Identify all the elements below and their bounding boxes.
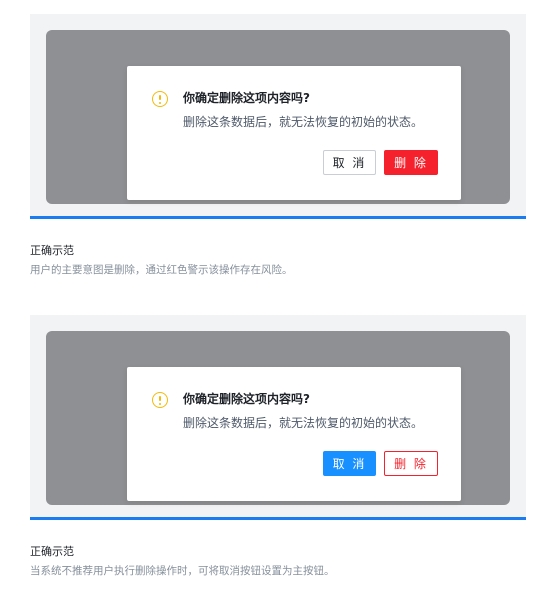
caption-description: 用户的主要意图是删除，通过红色警示该操作存在风险。 (30, 264, 293, 276)
section-divider (30, 517, 526, 520)
confirm-dialog: 你确定删除这项内容吗? 删除这条数据后，就无法恢复的初始的状态。 取 消 删 除 (127, 66, 461, 200)
modal-overlay: 你确定删除这项内容吗? 删除这条数据后，就无法恢复的初始的状态。 取 消 删 除 (46, 331, 510, 505)
dialog-description: 删除这条数据后，就无法恢复的初始的状态。 (183, 416, 424, 430)
delete-button[interactable]: 删 除 (384, 451, 438, 476)
example-card-2: 你确定删除这项内容吗? 删除这条数据后，就无法恢复的初始的状态。 取 消 删 除… (30, 315, 526, 577)
preview-stage: 你确定删除这项内容吗? 删除这条数据后，就无法恢复的初始的状态。 取 消 删 除 (30, 14, 526, 218)
cancel-button[interactable]: 取 消 (323, 451, 376, 476)
delete-button[interactable]: 删 除 (384, 150, 438, 175)
confirm-dialog: 你确定删除这项内容吗? 删除这条数据后，就无法恢复的初始的状态。 取 消 删 除 (127, 367, 461, 501)
section-divider (30, 216, 526, 219)
dialog-title: 你确定删除这项内容吗? (183, 392, 310, 406)
exclamation-circle-icon (152, 392, 168, 408)
preview-stage: 你确定删除这项内容吗? 删除这条数据后，就无法恢复的初始的状态。 取 消 删 除 (30, 315, 526, 519)
cancel-button[interactable]: 取 消 (323, 150, 376, 175)
example-card-1: 你确定删除这项内容吗? 删除这条数据后，就无法恢复的初始的状态。 取 消 删 除… (30, 14, 526, 276)
exclamation-circle-icon (152, 91, 168, 107)
dialog-description: 删除这条数据后，就无法恢复的初始的状态。 (183, 115, 424, 129)
caption-title: 正确示范 (30, 244, 74, 257)
caption-title: 正确示范 (30, 545, 74, 558)
dialog-title: 你确定删除这项内容吗? (183, 91, 310, 105)
modal-overlay: 你确定删除这项内容吗? 删除这条数据后，就无法恢复的初始的状态。 取 消 删 除 (46, 30, 510, 204)
caption-description: 当系统不推荐用户执行删除操作时，可将取消按钮设置为主按钮。 (30, 565, 335, 577)
